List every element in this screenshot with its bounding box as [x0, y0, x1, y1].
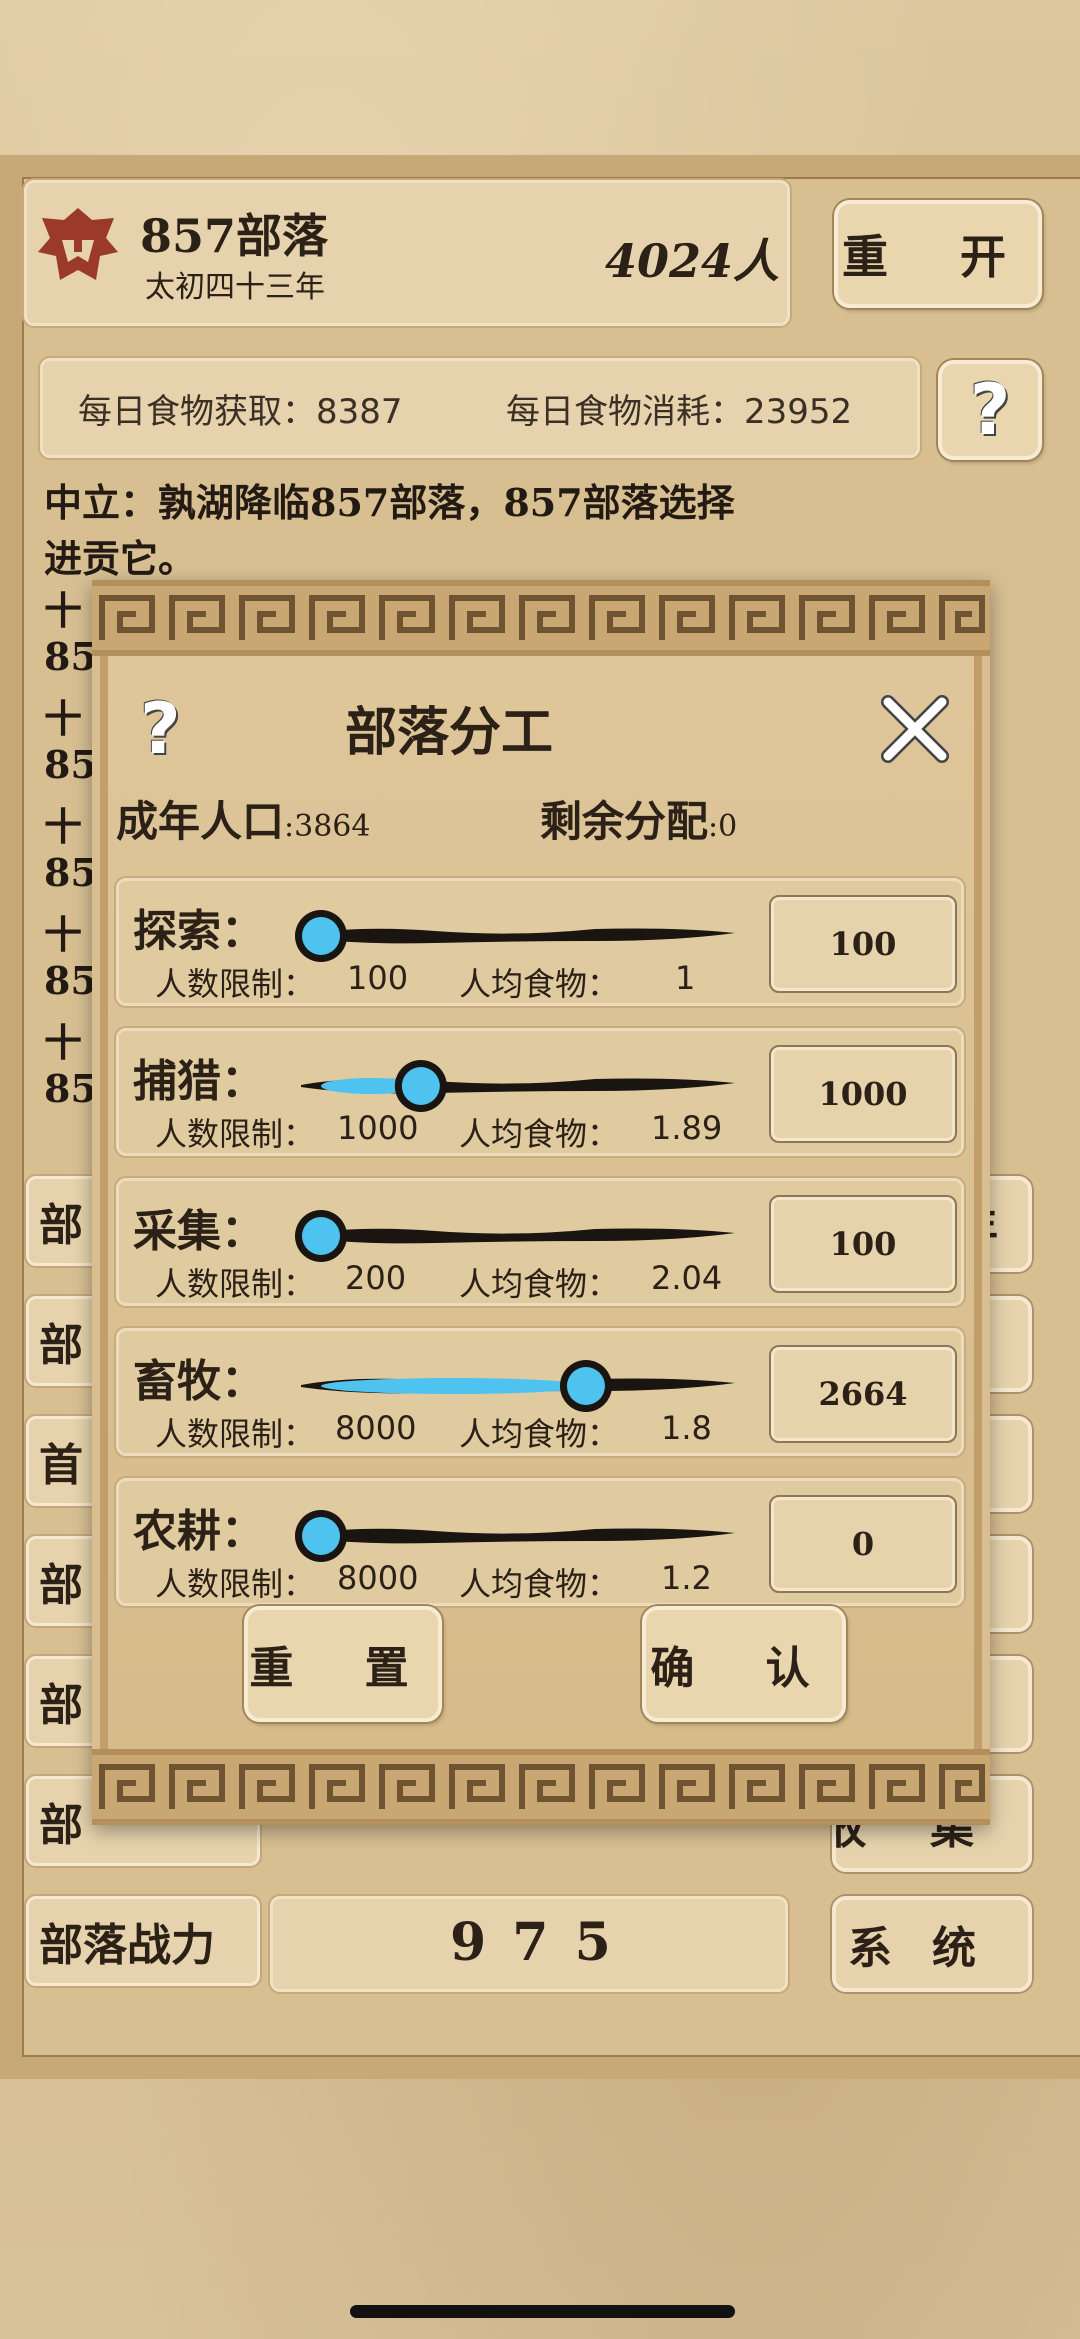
remaining-allocation: 剩余分配:0 [540, 788, 737, 849]
slider-track [301, 1528, 735, 1544]
combat-power-value: 9 7 5 [450, 1912, 615, 1973]
slider-track [301, 928, 735, 944]
slider-knob [302, 1217, 340, 1255]
log-line: 进贡它。 [44, 536, 197, 581]
job-row-farming: 农耕： 人数限制： 8000 人均食物： 1.2 0 [116, 1478, 964, 1606]
limit-label: 人数限制： [155, 1565, 316, 1603]
system-button-label: 系统 [848, 1923, 1016, 1974]
modal-title: 部落分工 [344, 702, 553, 763]
adult-population: 成年人口:3864 [116, 788, 370, 849]
log-line: 85 [44, 634, 97, 679]
help-icon: ? [969, 369, 1011, 451]
job-row-gather: 采集： 人数限制： 200 人均食物： 2.04 100 [116, 1178, 964, 1306]
slider-knob [302, 917, 340, 955]
job-name: 捕猎： [133, 1056, 265, 1107]
farming-slider[interactable] [295, 1501, 741, 1571]
limit-label: 人数限制： [155, 965, 316, 1003]
log-line: 85 [44, 1066, 97, 1111]
job-name: 畜牧： [133, 1356, 265, 1407]
tribe-emblem-icon [38, 208, 118, 280]
slider-knob [566, 1367, 605, 1405]
system-button[interactable]: 系统 [832, 1896, 1032, 1992]
log-line: 85 [44, 850, 97, 895]
remaining-allocation-label: 剩余分配 [540, 797, 709, 846]
gather-slider[interactable] [295, 1201, 741, 1271]
close-icon[interactable] [878, 692, 952, 766]
explore-count-input[interactable]: 100 [769, 895, 957, 993]
remaining-allocation-value: :0 [708, 809, 738, 844]
tribe-name: 857部落 [140, 209, 329, 263]
meander-border-bottom [92, 1749, 990, 1825]
slider-fill [321, 1378, 586, 1394]
limit-label: 人数限制： [155, 1115, 316, 1153]
job-name: 采集： [133, 1206, 265, 1257]
adult-population-value: :3864 [284, 809, 371, 844]
slider-knob [401, 1067, 440, 1105]
slider-track [301, 1228, 735, 1244]
tribe-year: 太初四十三年 [145, 270, 325, 305]
hunt-count-input[interactable]: 1000 [769, 1045, 957, 1143]
gather-count-input[interactable]: 100 [769, 1195, 957, 1293]
food-consume: 每日食物消耗：23952 [506, 392, 853, 432]
restart-button[interactable]: 重 开 [834, 200, 1042, 308]
meander-border-top [92, 580, 990, 656]
herding-slider[interactable] [295, 1351, 741, 1421]
hunt-slider[interactable] [295, 1051, 741, 1121]
confirm-button[interactable]: 确 认 [642, 1606, 846, 1722]
reset-button[interactable]: 重 置 [244, 1606, 442, 1722]
limit-label: 人数限制： [155, 1415, 316, 1453]
job-name: 农耕： [133, 1506, 265, 1557]
help-button[interactable]: ? [938, 360, 1042, 460]
job-name: 探索： [133, 906, 265, 957]
log-line: 十 [44, 588, 83, 633]
explore-slider[interactable] [295, 901, 741, 971]
log-line: 中立：孰湖降临857部落，857部落选择 [44, 480, 735, 525]
food-gain: 每日食物获取：8387 [78, 392, 403, 432]
log-line: 十 [44, 912, 83, 957]
adult-population-label: 成年人口 [116, 797, 285, 846]
job-row-herding: 畜牧： 人数限制： 8000 人均食物： 1.8 2664 [116, 1328, 964, 1456]
log-line: 十 [44, 804, 83, 849]
home-indicator [350, 2305, 735, 2318]
job-row-explore: 探索： 人数限制： 100 人均食物： 1 100 [116, 878, 964, 1006]
limit-label: 人数限制： [155, 1265, 316, 1303]
log-line: 十 [44, 1020, 83, 1065]
population-count: 4024人 [605, 234, 780, 288]
farming-count-input[interactable]: 0 [769, 1495, 957, 1593]
log-line: 85 [44, 958, 97, 1003]
tribe-combat-power-label[interactable]: 部落战力 [26, 1896, 260, 1986]
slider-knob [302, 1517, 340, 1555]
herding-count-input[interactable]: 2664 [769, 1345, 957, 1443]
job-row-hunt: 捕猎： 人数限制： 1000 人均食物： 1.89 1000 [116, 1028, 964, 1156]
